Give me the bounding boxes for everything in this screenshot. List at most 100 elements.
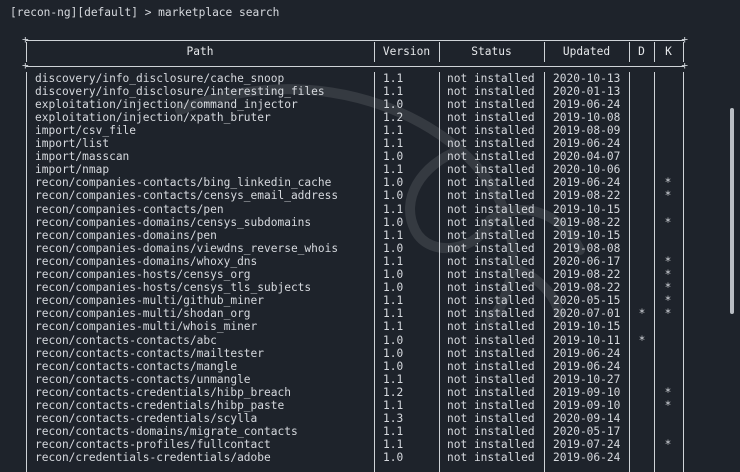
table-row: import/nmap 1.1 not installed 2020-10-06	[26, 163, 684, 176]
cell-path: recon/contacts-credentials/hibp_breach	[35, 385, 291, 399]
cell-path: recon/companies-multi/shodan_org	[35, 307, 251, 321]
scrollbar-thumb[interactable]	[730, 108, 734, 314]
cell-status: not installed	[447, 268, 535, 281]
cell-updated: 2019-06-24	[553, 451, 621, 465]
table-row: recon/companies-domains/pen 1.1 not instal…	[26, 229, 684, 242]
table-row: recon/companies-multi/shodan_org 1.1 not i…	[26, 307, 684, 320]
cell-path: import/csv_file	[35, 123, 137, 137]
cell-version: 1.1	[383, 123, 404, 137]
cell-updated: 2020-04-07	[553, 150, 621, 164]
cell-updated: 2020-01-13	[553, 84, 621, 98]
cell-keys: *	[664, 254, 672, 268]
column-header-path: Path	[186, 45, 214, 58]
table-row: recon/companies-multi/whois_miner 1.1 not …	[26, 320, 684, 333]
cell-path: recon/contacts-contacts/unmangle	[35, 372, 251, 386]
header-separator	[26, 66, 684, 67]
cell-updated: 2020-10-06	[553, 163, 621, 177]
cell-path: import/nmap	[35, 163, 110, 177]
cell-version: 1.1	[383, 163, 404, 177]
cell-path: recon/companies-contacts/bing_linkedin_c…	[35, 176, 332, 190]
table-row: import/masscan 1.0 not installed 2020-04-07	[26, 150, 684, 163]
cell-path: recon/contacts-credentials/scylla	[35, 412, 258, 426]
cell-updated: 2020-06-17	[553, 254, 621, 268]
cell-status: not installed	[447, 372, 535, 386]
cell-updated: 2019-10-15	[553, 228, 621, 242]
cell-status: not installed	[447, 346, 535, 360]
cell-keys: *	[664, 281, 672, 295]
cell-status: not installed	[447, 202, 535, 216]
marketplace-table: + + Path Version Status Updated D K + + …	[22, 34, 688, 472]
cell-status: not installed	[447, 294, 535, 308]
cell-version: 1.0	[383, 150, 404, 164]
cell-updated: 2019-06-24	[553, 359, 621, 373]
cell-updated: 2019-10-11	[553, 333, 621, 347]
column-header-status: Status	[471, 45, 512, 58]
cell-path: recon/contacts-contacts/mailtester	[35, 346, 265, 360]
cell-status: not installed	[447, 320, 535, 334]
cell-status: not installed	[447, 110, 535, 124]
cell-status: not installed	[447, 215, 535, 229]
table-row: recon/companies-hosts/censys_tls_subject…	[26, 281, 684, 294]
cell-updated: 2020-07-01	[553, 307, 621, 321]
cell-status: not installed	[447, 163, 535, 177]
cell-path: recon/companies-multi/github_miner	[35, 294, 265, 308]
cell-updated: 2020-09-14	[553, 412, 621, 426]
cell-updated: 2020-05-15	[553, 294, 621, 308]
cell-updated: 2020-10-13	[553, 71, 621, 85]
table-row: recon/companies-contacts/censys_email_ad…	[26, 189, 684, 202]
cell-version: 1.0	[383, 241, 404, 255]
cell-path: recon/companies-contacts/pen	[35, 202, 224, 216]
table-row: import/list 1.1 not installed 2019-06-24	[26, 137, 684, 150]
cell-status: not installed	[447, 333, 535, 347]
cell-version: 1.1	[383, 425, 404, 439]
cell-path: recon/companies-hosts/censys_tls_subject…	[35, 281, 312, 295]
table-row: recon/contacts-credentials/scylla 1.3 not …	[26, 412, 684, 425]
cell-version: 1.0	[383, 268, 404, 281]
table-row: discovery/info_disclosure/cache_snoop 1.1…	[26, 72, 684, 85]
cell-dependencies: *	[638, 333, 646, 347]
cell-keys: *	[664, 268, 672, 281]
table-row: exploitation/injection/command_injector 1…	[26, 98, 684, 111]
cell-updated: 2019-06-24	[553, 176, 621, 190]
table-row: recon/contacts-contacts/abc 1.0 not instal…	[26, 334, 684, 347]
table-row: recon/contacts-contacts/mangle 1.0 not ins…	[26, 360, 684, 373]
command-prompt: [recon-ng][default] > marketplace search	[10, 6, 280, 19]
cell-dependencies: *	[638, 307, 646, 321]
cell-status: not installed	[447, 359, 535, 373]
cell-updated: 2019-08-09	[553, 123, 621, 137]
cell-status: not installed	[447, 189, 535, 203]
cell-updated: 2019-08-08	[553, 241, 621, 255]
cell-updated: 2019-06-24	[553, 97, 621, 111]
cell-status: not installed	[447, 97, 535, 111]
cell-path: import/masscan	[35, 150, 130, 164]
cell-status: not installed	[447, 412, 535, 426]
cell-version: 1.1	[383, 307, 404, 321]
cell-version: 1.0	[383, 333, 404, 347]
cell-version: 1.1	[383, 202, 404, 216]
table-row: recon/contacts-credentials/hibp_breach 1.…	[26, 386, 684, 399]
cell-keys: *	[664, 438, 672, 452]
cell-status: not installed	[447, 385, 535, 399]
cell-path: import/list	[35, 137, 110, 150]
cell-version: 1.2	[383, 385, 404, 399]
cell-version: 1.1	[383, 372, 404, 386]
cell-updated: 2019-09-10	[553, 399, 621, 412]
cell-updated: 2019-10-27	[553, 372, 621, 386]
cell-version: 1.1	[383, 399, 404, 412]
cell-path: recon/companies-domains/pen	[35, 228, 217, 242]
cell-path: exploitation/injection/xpath_bruter	[35, 110, 271, 124]
cell-path: discovery/info_disclosure/cache_snoop	[35, 71, 285, 85]
table-row: discovery/info_disclosure/interesting_fi…	[26, 85, 684, 98]
table-row: recon/contacts-profiles/fullcontact 1.1 no…	[26, 438, 684, 451]
terminal-window[interactable]: [recon-ng][default] > marketplace search…	[0, 0, 740, 472]
table-row: recon/contacts-domains/migrate_contacts 1…	[26, 425, 684, 438]
table-row: recon/companies-multi/github_miner 1.1 not…	[26, 294, 684, 307]
cell-keys: *	[664, 385, 672, 399]
table-top-border	[26, 40, 684, 41]
cell-path: recon/contacts-domains/migrate_contacts	[35, 425, 298, 439]
cell-status: not installed	[447, 241, 535, 255]
cell-version: 1.1	[383, 228, 404, 242]
cell-keys: *	[664, 215, 672, 229]
cell-version: 1.3	[383, 412, 404, 426]
cell-version: 1.1	[383, 438, 404, 452]
